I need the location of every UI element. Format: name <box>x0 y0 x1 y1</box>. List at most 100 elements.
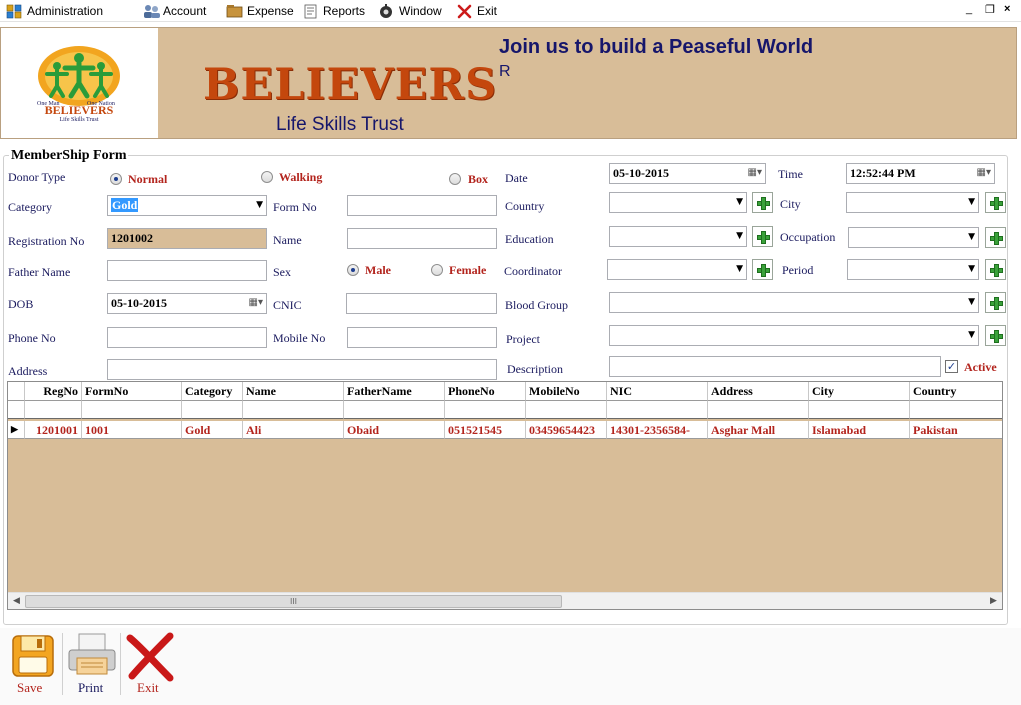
filter-address[interactable] <box>708 401 809 419</box>
filter-phoneno[interactable] <box>445 401 526 419</box>
toolbar-separator <box>120 633 121 695</box>
menu-exit[interactable]: Exit <box>456 2 497 20</box>
column-header-address[interactable]: Address <box>708 382 809 401</box>
add-period-button[interactable] <box>985 259 1006 280</box>
filter-formno[interactable] <box>82 401 182 419</box>
menu-exit-label: Exit <box>477 4 498 18</box>
chevron-down-icon[interactable]: ▼ <box>968 297 975 307</box>
column-header-phoneno[interactable]: PhoneNo <box>445 382 526 401</box>
period-select[interactable]: ▼ <box>847 259 979 280</box>
menu-reports[interactable]: Reports <box>302 2 365 20</box>
chevron-down-icon[interactable]: ▼ <box>736 231 743 241</box>
scroll-right-icon[interactable]: ▶ <box>985 593 1002 610</box>
cell-formno[interactable]: 1001 <box>82 421 182 439</box>
mobile-no-field[interactable] <box>347 327 497 348</box>
minimize-button[interactable]: _ <box>966 3 972 15</box>
radio-walking[interactable] <box>261 171 273 183</box>
father-name-field[interactable] <box>107 260 267 281</box>
time-picker[interactable]: 12:52:44 PM ▦▾ <box>846 163 995 184</box>
add-occupation-button[interactable] <box>985 227 1006 248</box>
calendar-dropdown-icon[interactable]: ▦▾ <box>249 297 263 308</box>
occupation-select[interactable]: ▼ <box>848 227 979 248</box>
radio-normal[interactable] <box>110 173 122 185</box>
filter-mobileno[interactable] <box>526 401 607 419</box>
chevron-down-icon[interactable]: ▼ <box>736 264 743 274</box>
calendar-dropdown-icon[interactable]: ▦▾ <box>748 167 762 178</box>
time-dropdown-icon[interactable]: ▦▾ <box>977 167 991 178</box>
row-indicator-icon[interactable]: ▶ <box>8 421 25 439</box>
cell-name[interactable]: Ali <box>243 421 344 439</box>
cell-nic[interactable]: 14301-2356584- <box>607 421 708 439</box>
project-label: Project <box>506 332 540 346</box>
horizontal-scrollbar[interactable]: ◀ III ▶ <box>8 592 1002 609</box>
filter-fathername[interactable] <box>344 401 445 419</box>
close-button[interactable]: × <box>1004 3 1010 15</box>
filter-city[interactable] <box>809 401 910 419</box>
radio-box[interactable] <box>449 173 461 185</box>
date-picker[interactable]: 05-10-2015 ▦▾ <box>609 163 766 184</box>
expense-icon <box>226 4 243 19</box>
add-country-button[interactable] <box>752 192 773 213</box>
column-header-fathername[interactable]: FatherName <box>344 382 445 401</box>
dob-picker[interactable]: 05-10-2015 ▦▾ <box>107 293 267 314</box>
education-select[interactable]: ▼ <box>609 226 747 247</box>
cell-country[interactable]: Pakistan <box>910 421 1002 439</box>
registration-no-field: 1201002 <box>107 228 267 249</box>
cell-phoneno[interactable]: 051521545 <box>445 421 526 439</box>
chevron-down-icon[interactable]: ▼ <box>968 232 975 242</box>
cnic-field[interactable] <box>346 293 497 314</box>
chevron-down-icon[interactable]: ▼ <box>968 197 975 207</box>
column-header-regno[interactable]: RegNo <box>25 382 82 401</box>
column-header-country[interactable]: Country <box>910 382 1002 401</box>
add-project-button[interactable] <box>985 325 1006 346</box>
add-city-button[interactable] <box>985 192 1006 213</box>
add-blood-group-button[interactable] <box>985 292 1006 313</box>
cell-fathername[interactable]: Obaid <box>344 421 445 439</box>
menu-window[interactable]: Window <box>378 2 442 20</box>
scroll-left-icon[interactable]: ◀ <box>8 593 25 610</box>
name-field[interactable] <box>347 228 497 249</box>
column-header-formno[interactable]: FormNo <box>82 382 182 401</box>
filter-category[interactable] <box>182 401 243 419</box>
radio-male[interactable] <box>347 264 359 276</box>
cell-address[interactable]: Asghar Mall <box>708 421 809 439</box>
chevron-down-icon[interactable]: ▼ <box>256 200 263 210</box>
menu-account[interactable]: Account <box>142 2 206 20</box>
column-header-nic[interactable]: NIC <box>607 382 708 401</box>
cell-category[interactable]: Gold <box>182 421 243 439</box>
column-header-name[interactable]: Name <box>243 382 344 401</box>
cell-regno[interactable]: 1201001 <box>25 421 82 439</box>
chevron-down-icon[interactable]: ▼ <box>968 330 975 340</box>
restore-button[interactable]: ❐ <box>985 3 995 16</box>
menu-account-label: Account <box>163 4 207 18</box>
menu-administration[interactable]: Administration <box>6 2 103 20</box>
active-checkbox[interactable]: ✓ <box>945 360 958 373</box>
scroll-thumb[interactable]: III <box>25 595 562 608</box>
column-header-city[interactable]: City <box>809 382 910 401</box>
column-header-category[interactable]: Category <box>182 382 243 401</box>
filter-regno[interactable] <box>25 401 82 419</box>
radio-female[interactable] <box>431 264 443 276</box>
form-no-field[interactable] <box>347 195 497 216</box>
menu-expense[interactable]: Expense <box>226 2 294 20</box>
country-select[interactable]: ▼ <box>609 192 747 213</box>
chevron-down-icon[interactable]: ▼ <box>736 197 743 207</box>
add-coordinator-button[interactable] <box>752 259 773 280</box>
filter-country[interactable] <box>910 401 1002 419</box>
city-select[interactable]: ▼ <box>846 192 979 213</box>
coordinator-select[interactable]: ▼ <box>607 259 747 280</box>
members-grid[interactable]: RegNo FormNo Category Name FatherName Ph… <box>7 381 1003 610</box>
filter-nic[interactable] <box>607 401 708 419</box>
address-field[interactable] <box>107 359 497 380</box>
cell-mobileno[interactable]: 03459654423 <box>526 421 607 439</box>
chevron-down-icon[interactable]: ▼ <box>968 264 975 274</box>
project-select[interactable]: ▼ <box>609 325 979 346</box>
filter-name[interactable] <box>243 401 344 419</box>
cell-city[interactable]: Islamabad <box>809 421 910 439</box>
description-field[interactable] <box>609 356 941 377</box>
phone-no-field[interactable] <box>107 327 267 348</box>
category-select[interactable]: Gold ▼ <box>107 195 267 216</box>
add-education-button[interactable] <box>752 226 773 247</box>
blood-group-select[interactable]: ▼ <box>609 292 979 313</box>
column-header-mobileno[interactable]: MobileNo <box>526 382 607 401</box>
